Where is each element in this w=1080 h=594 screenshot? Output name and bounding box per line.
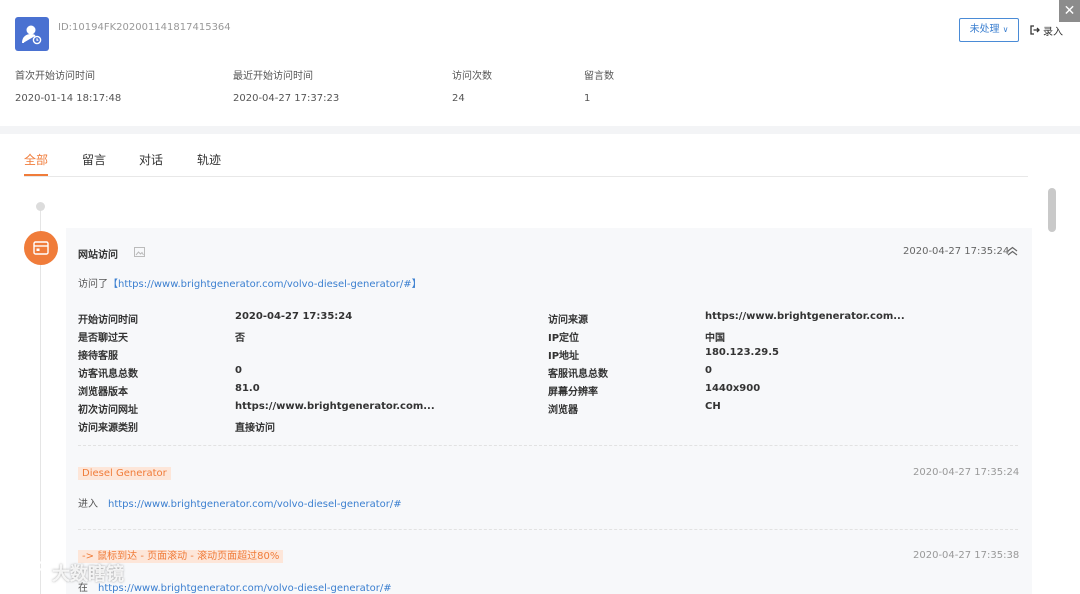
visited-line: 访问了【https://www.brightgenerator.com/volv…: [78, 275, 422, 290]
stat-label: 留言数: [584, 71, 614, 82]
tab-messages[interactable]: 留言: [82, 151, 106, 168]
field-label: 浏览器版本: [78, 387, 128, 398]
watermark-logo-icon: [7, 558, 46, 584]
field-label: 开始访问时间: [78, 315, 138, 326]
field-value: 0: [235, 365, 242, 376]
image-icon[interactable]: [134, 247, 145, 260]
event-timestamp: 2020-04-27 17:35:38: [913, 550, 1020, 561]
field-label: IP地址: [548, 351, 580, 362]
field-label: 访客讯息总数: [78, 369, 138, 380]
dashed-divider: [78, 445, 1018, 446]
tab-trajectory[interactable]: 轨迹: [197, 151, 221, 168]
field-label: 访问来源: [548, 315, 588, 326]
scrollbar-thumb[interactable]: [1048, 188, 1056, 232]
record-button[interactable]: 录入: [1030, 23, 1063, 38]
stat-visit-count: 访问次数 24: [452, 67, 492, 104]
stat-first-visit: 首次开始访问时间 2020-01-14 18:17:48: [15, 67, 121, 104]
collapse-up-icon[interactable]: [1007, 246, 1018, 259]
close-button[interactable]: ✕: [1059, 0, 1080, 22]
record-label: 录入: [1043, 27, 1063, 38]
visitor-avatar: [15, 17, 49, 51]
stat-value: 1: [584, 93, 591, 104]
status-label: 未处理: [969, 24, 1000, 35]
field-value: 1440x900: [705, 383, 761, 394]
field-value: CH: [705, 401, 721, 412]
card-timestamp: 2020-04-27 17:35:24: [903, 246, 1010, 257]
stat-message-count: 留言数 1: [584, 67, 614, 104]
event-timestamp: 2020-04-27 17:35:24: [913, 467, 1020, 478]
field-value: 81.0: [235, 383, 260, 394]
event-url-link[interactable]: https://www.brightgenerator.com/volvo-di…: [98, 583, 392, 594]
card-title: 网站访问: [78, 250, 118, 261]
field-value: https://www.brightgenerator.com...: [235, 401, 435, 412]
section-divider: [0, 126, 1080, 134]
field-label: 访问来源类别: [78, 423, 138, 434]
stat-last-visit: 最近开始访问时间 2020-04-27 17:37:23: [233, 67, 339, 104]
stat-label: 最近开始访问时间: [233, 71, 313, 82]
field-value: 否: [235, 333, 245, 344]
event-line: 进入 https://www.brightgenerator.com/volvo-…: [78, 495, 402, 510]
field-label: IP定位: [548, 333, 580, 344]
field-label: 接待客服: [78, 351, 118, 362]
bracket-close: 】: [411, 279, 422, 290]
field-label: 浏览器: [548, 405, 578, 416]
field-label: 是否聊过天: [78, 333, 128, 344]
field-label: 客服讯息总数: [548, 369, 608, 380]
stat-label: 访问次数: [452, 71, 492, 82]
event-line: 在 https://www.brightgenerator.com/volvo-d…: [78, 579, 392, 594]
stat-value: 2020-01-14 18:17:48: [15, 93, 122, 104]
bracket-open: 【: [108, 279, 118, 290]
watermark-text: 大数瞎镜: [52, 564, 124, 585]
browser-window-icon: [24, 231, 58, 265]
visitor-id: ID:10194FK202001141817415364: [58, 22, 231, 33]
timeline-dot: [36, 202, 45, 211]
stat-value: 24: [452, 93, 465, 104]
visited-url-link[interactable]: https://www.brightgenerator.com/volvo-di…: [118, 279, 412, 290]
field-value: 0: [705, 365, 712, 376]
watermark: 大数瞎镜: [7, 558, 124, 586]
status-dropdown[interactable]: 未处理 ∨: [959, 18, 1019, 42]
event-url-link[interactable]: https://www.brightgenerator.com/volvo-di…: [108, 499, 402, 510]
close-icon: ✕: [1063, 3, 1076, 19]
chevron-down-icon: ∨: [1002, 25, 1009, 34]
event-verb: 进入: [78, 499, 98, 510]
tab-all[interactable]: 全部: [24, 151, 48, 168]
stat-label: 首次开始访问时间: [15, 71, 95, 82]
website-visit-card: 网站访问 2020-04-27 17:35:24 访问了【https://www…: [66, 228, 1032, 594]
tab-bar-border: [24, 176, 1028, 177]
dashed-divider: [78, 529, 1018, 530]
field-value: 180.123.29.5: [705, 347, 780, 358]
stat-value: 2020-04-27 17:37:23: [233, 93, 340, 104]
event-tag: Diesel Generator: [78, 467, 171, 480]
field-label: 屏幕分辨率: [548, 387, 598, 398]
field-value: 直接访问: [235, 423, 275, 434]
visitor-header: ID:10194FK202001141817415364 未处理 ∨ 录入 ✕ 首…: [0, 0, 1080, 126]
tab-chats[interactable]: 对话: [139, 151, 163, 168]
field-value: 中国: [705, 333, 725, 344]
field-label: 初次访问网址: [78, 405, 138, 416]
field-value: https://www.brightgenerator.com...: [705, 311, 905, 322]
field-value: 2020-04-27 17:35:24: [235, 311, 353, 322]
import-icon: [1030, 25, 1040, 38]
visited-prefix: 访问了: [78, 279, 108, 290]
user-icon: [22, 25, 42, 45]
